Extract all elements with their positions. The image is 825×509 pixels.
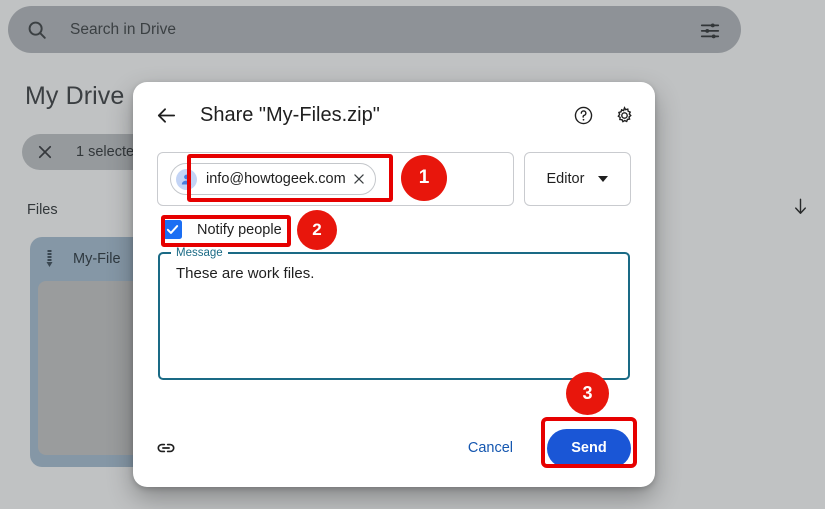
email-chip[interactable]: info@howtogeek.com [170,163,376,195]
dialog-title: Share "My-Files.zip" [200,103,380,126]
email-input[interactable]: info@howtogeek.com [157,152,514,206]
share-input-row: info@howtogeek.com Editor [157,152,631,206]
help-circle-icon[interactable] [573,105,594,126]
chip-email-label: info@howtogeek.com [206,171,346,187]
arrow-back-icon[interactable] [155,104,178,127]
role-value-label: Editor [546,171,585,187]
message-textarea[interactable]: Message These are work files. [158,247,630,380]
dialog-footer: Cancel Send [133,409,655,487]
person-icon [176,168,197,190]
notify-people-row[interactable]: Notify people [163,220,282,239]
notify-people-label: Notify people [197,221,282,238]
message-text-value[interactable]: These are work files. [160,259,628,282]
chevron-down-icon [598,176,609,182]
cancel-button[interactable]: Cancel [456,432,525,464]
link-icon[interactable] [155,437,177,459]
send-button[interactable]: Send [547,428,631,468]
close-icon[interactable] [352,172,366,186]
share-dialog: Share "My-Files.zip" info@howtogeek.com … [133,82,655,487]
notify-people-checkbox[interactable] [163,220,182,239]
role-dropdown[interactable]: Editor [523,152,631,206]
dialog-header: Share "My-Files.zip" [133,82,655,148]
gear-icon[interactable] [614,105,635,126]
message-legend-label: Message [176,247,223,259]
